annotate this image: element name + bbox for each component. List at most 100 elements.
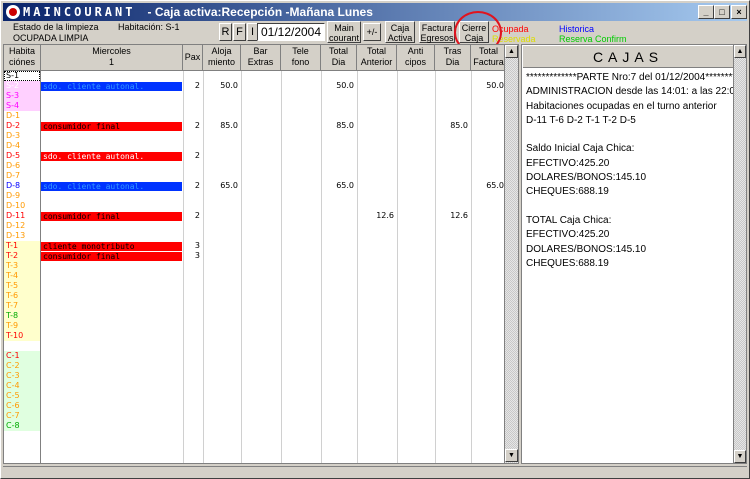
- cell-tras[interactable]: 12.6: [435, 211, 471, 221]
- cell-pax[interactable]: 3: [183, 241, 203, 251]
- cell-totalfact[interactable]: 50.0: [471, 81, 507, 91]
- table-row[interactable]: [41, 331, 508, 341]
- factura-egresos-button[interactable]: Factura Egresos: [419, 21, 455, 43]
- cell-totaldia[interactable]: 50.0: [321, 81, 357, 91]
- cell-totaldia[interactable]: 65.0: [321, 181, 357, 191]
- room-label[interactable]: D-10: [4, 201, 40, 211]
- guest-name[interactable]: sdo. cliente autonal.: [41, 182, 182, 191]
- table-row[interactable]: [41, 321, 508, 331]
- table-row[interactable]: consumidor final 2 85.0 85.0 85.0: [41, 121, 508, 131]
- cell-aloja[interactable]: 85.0: [203, 121, 241, 131]
- date-field[interactable]: 01/12/2004: [257, 23, 325, 41]
- cell-pax[interactable]: 2: [183, 181, 203, 191]
- table-row[interactable]: [41, 261, 508, 271]
- col-alojamiento[interactable]: Aloja miento: [203, 45, 241, 71]
- room-label[interactable]: C-4: [4, 381, 40, 391]
- room-label[interactable]: D-2: [4, 121, 40, 131]
- table-row[interactable]: [41, 381, 508, 391]
- caja-activa-button[interactable]: Caja Activa: [385, 21, 415, 43]
- plus-minus-button[interactable]: +/-: [363, 23, 381, 41]
- room-label[interactable]: T-7: [4, 301, 40, 311]
- col-tras-dia[interactable]: Tras Dia: [435, 45, 471, 71]
- table-row[interactable]: consumidor final 2 12.6 12.6: [41, 211, 508, 221]
- room-label[interactable]: S-1: [4, 71, 40, 81]
- table-row[interactable]: [41, 361, 508, 371]
- guest-name[interactable]: consumidor final: [41, 122, 182, 131]
- minimize-button[interactable]: _: [698, 5, 714, 19]
- r-button[interactable]: R: [219, 23, 232, 41]
- table-row[interactable]: [41, 171, 508, 181]
- table-row[interactable]: cliente monotributo 3: [41, 241, 508, 251]
- guest-name[interactable]: sdo. cliente autonal.: [41, 82, 182, 91]
- cajas-scroll-down-button[interactable]: ▼: [734, 450, 746, 463]
- f-button[interactable]: F: [233, 23, 246, 41]
- cell-pax[interactable]: 2: [183, 121, 203, 131]
- guest-name[interactable]: sdo. cliente autonal.: [41, 152, 182, 161]
- room-label[interactable]: D-5: [4, 151, 40, 161]
- table-row[interactable]: [41, 221, 508, 231]
- cell-totaldia[interactable]: 85.0: [321, 121, 357, 131]
- room-label[interactable]: T-4: [4, 271, 40, 281]
- col-total-anterior[interactable]: Total Anterior: [357, 45, 397, 71]
- table-row[interactable]: [41, 291, 508, 301]
- table-row[interactable]: sdo. cliente autonal. 2 65.0 65.0 65.0: [41, 181, 508, 191]
- room-label[interactable]: C-5: [4, 391, 40, 401]
- table-row[interactable]: sdo. cliente autonal. 2 50.0 50.0 50.0: [41, 81, 508, 91]
- room-label[interactable]: T-8: [4, 311, 40, 321]
- col-anticipos[interactable]: Anti cipos: [397, 45, 435, 71]
- room-label[interactable]: D-6: [4, 161, 40, 171]
- table-row[interactable]: [41, 191, 508, 201]
- room-label[interactable]: D-1: [4, 111, 40, 121]
- room-label[interactable]: T-1: [4, 241, 40, 251]
- table-row[interactable]: [41, 271, 508, 281]
- table-row[interactable]: [41, 421, 508, 431]
- table-row[interactable]: [41, 141, 508, 151]
- cell-aloja[interactable]: 50.0: [203, 81, 241, 91]
- table-row[interactable]: [41, 371, 508, 381]
- table-row[interactable]: [41, 351, 508, 361]
- room-label[interactable]: T-9: [4, 321, 40, 331]
- cajas-scroll-up-button[interactable]: ▲: [734, 45, 746, 58]
- room-label[interactable]: T-2: [4, 251, 40, 261]
- cell-pax[interactable]: 2: [183, 211, 203, 221]
- room-label[interactable]: C-2: [4, 361, 40, 371]
- room-label[interactable]: S-4: [4, 101, 40, 111]
- maincourant-button[interactable]: Main courant: [327, 21, 361, 43]
- room-label[interactable]: D-11: [4, 211, 40, 221]
- table-row[interactable]: [41, 311, 508, 321]
- room-label[interactable]: T-5: [4, 281, 40, 291]
- room-label[interactable]: D-7: [4, 171, 40, 181]
- col-total-dia[interactable]: Total Dia: [321, 45, 357, 71]
- table-row[interactable]: [41, 301, 508, 311]
- room-label[interactable]: [4, 341, 40, 351]
- table-row[interactable]: consumidor final 3: [41, 251, 508, 261]
- table-row[interactable]: [41, 201, 508, 211]
- room-label[interactable]: C-8: [4, 421, 40, 431]
- guest-name[interactable]: cliente monotributo: [41, 242, 182, 251]
- room-label[interactable]: C-1: [4, 351, 40, 361]
- room-label[interactable]: T-6: [4, 291, 40, 301]
- room-label[interactable]: S-3: [4, 91, 40, 101]
- room-label[interactable]: D-12: [4, 221, 40, 231]
- table-row[interactable]: [41, 91, 508, 101]
- table-row[interactable]: [41, 111, 508, 121]
- room-label[interactable]: C-7: [4, 411, 40, 421]
- close-button[interactable]: ×: [731, 5, 747, 19]
- scroll-down-button[interactable]: ▼: [505, 449, 518, 462]
- table-row[interactable]: [41, 391, 508, 401]
- cajas-scrollbar[interactable]: ▲ ▼: [733, 45, 746, 463]
- col-habitaciones[interactable]: Habita ciónes: [4, 45, 41, 71]
- table-row[interactable]: sdo. cliente autonal. 2: [41, 151, 508, 161]
- room-label[interactable]: D-13: [4, 231, 40, 241]
- col-day[interactable]: Miercoles 1: [41, 45, 183, 71]
- cell-pax[interactable]: 2: [183, 151, 203, 161]
- cell-tras[interactable]: 85.0: [435, 121, 471, 131]
- room-label[interactable]: T-3: [4, 261, 40, 271]
- room-label[interactable]: D-8: [4, 181, 40, 191]
- table-row[interactable]: [41, 161, 508, 171]
- table-row[interactable]: [41, 131, 508, 141]
- col-total-factura[interactable]: Total Factura: [471, 45, 507, 71]
- table-row[interactable]: [41, 101, 508, 111]
- maximize-button[interactable]: □: [714, 5, 730, 19]
- room-label[interactable]: T-10: [4, 331, 40, 341]
